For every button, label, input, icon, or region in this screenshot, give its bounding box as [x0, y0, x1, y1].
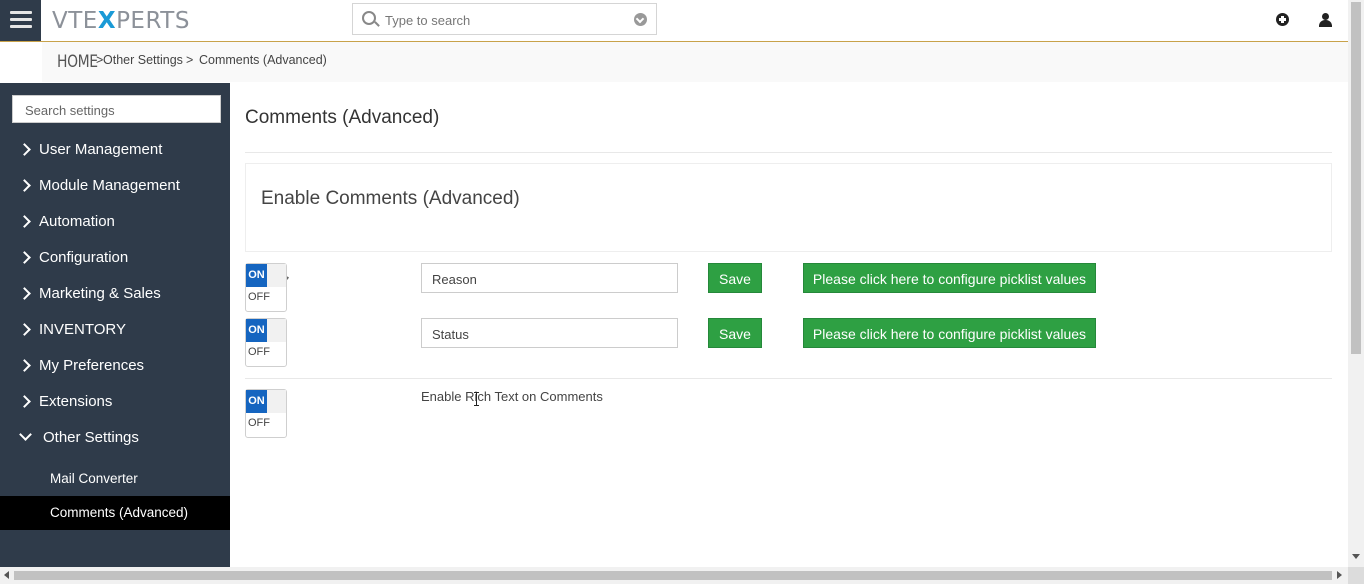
sidebar-subitem-label: Mail Converter: [50, 471, 138, 486]
settings-search: [12, 95, 221, 123]
chevron-down-icon: [19, 428, 32, 441]
sidebar-item-other-settings[interactable]: Other Settings: [0, 420, 230, 456]
sidebar-item-label: Marketing & Sales: [39, 285, 161, 302]
status-toggle[interactable]: ON OFF: [245, 318, 287, 367]
breadcrumb-home[interactable]: HOME: [57, 52, 98, 72]
sidebar-item-extensions[interactable]: Extensions: [0, 384, 230, 420]
logo-prefix: VTE: [52, 8, 98, 34]
scroll-right-icon[interactable]: [1337, 571, 1342, 579]
chevron-down-icon[interactable]: [634, 13, 647, 26]
toggle-on-label: ON: [246, 319, 267, 342]
reason-field: [421, 263, 678, 293]
chevron-right-icon: [18, 179, 31, 192]
sidebar-item-label: User Management: [39, 141, 163, 158]
toggle-off-label: OFF: [248, 291, 270, 303]
reason-input[interactable]: [430, 266, 664, 292]
sidebar-item-marketing-sales[interactable]: Marketing & Sales: [0, 276, 230, 312]
vertical-scrollbar[interactable]: [1348, 0, 1364, 567]
breadcrumb-other-settings[interactable]: Other Settings: [103, 53, 183, 67]
breadcrumb-separator: >: [186, 53, 194, 67]
sidebar-item-automation[interactable]: Automation: [0, 204, 230, 240]
status-field: [421, 318, 678, 348]
status-input[interactable]: [430, 321, 664, 347]
sidebar-item-label: Other Settings: [43, 429, 139, 446]
top-bar: VTEXPERTS: [0, 0, 1348, 42]
sidebar-subitem-label: Comments (Advanced): [50, 505, 189, 520]
rich-text-label: Enable Rich Text on Comments: [421, 389, 603, 404]
enable-comments-checkbox[interactable]: [260, 218, 290, 287]
rich-text-toggle[interactable]: ON OFF: [245, 389, 287, 438]
divider: [245, 152, 1332, 153]
global-search: [352, 3, 657, 35]
scrollbar-thumb[interactable]: [14, 571, 1332, 580]
search-icon: [362, 11, 376, 25]
chevron-right-icon: [18, 215, 31, 228]
sidebar: User Management Module Management Automa…: [0, 83, 230, 567]
toggle-on-label: ON: [246, 264, 267, 287]
toggle-on-label: ON: [246, 390, 267, 413]
scroll-left-icon[interactable]: [4, 571, 9, 579]
breadcrumb: HOME > Other Settings > Comments (Advanc…: [0, 42, 1348, 82]
scrollbar-corner: [1348, 567, 1364, 584]
chevron-right-icon: [18, 251, 31, 264]
sidebar-item-configuration[interactable]: Configuration: [0, 240, 230, 276]
settings-search-input[interactable]: [23, 98, 217, 122]
chevron-right-icon: [18, 287, 31, 300]
sidebar-item-inventory[interactable]: INVENTORY: [0, 312, 230, 348]
sidebar-item-user-management[interactable]: User Management: [0, 132, 230, 168]
user-icon[interactable]: [1319, 13, 1335, 29]
sidebar-item-label: Module Management: [39, 177, 180, 194]
scrollbar-thumb[interactable]: [1351, 2, 1361, 354]
scroll-down-icon[interactable]: [1352, 554, 1360, 559]
global-search-input[interactable]: [383, 10, 627, 30]
sidebar-item-module-management[interactable]: Module Management: [0, 168, 230, 204]
page-title: Comments (Advanced): [245, 107, 440, 128]
logo-suffix: PERTS: [116, 8, 190, 34]
toggle-off-label: OFF: [248, 417, 270, 429]
chevron-right-icon: [18, 143, 31, 156]
divider: [245, 378, 1332, 379]
horizontal-scrollbar[interactable]: [0, 567, 1348, 584]
sidebar-subitem-comments-advanced[interactable]: Comments (Advanced): [0, 496, 230, 530]
sidebar-item-label: INVENTORY: [39, 321, 126, 338]
sidebar-subitem-mail-converter[interactable]: Mail Converter: [0, 462, 230, 496]
breadcrumb-current: Comments (Advanced): [199, 53, 327, 67]
logo-x: X: [97, 8, 117, 34]
text-cursor-icon: [474, 392, 480, 406]
save-button[interactable]: Save: [708, 263, 762, 293]
reason-toggle[interactable]: ON OFF: [245, 263, 287, 312]
panel-title: Enable Comments (Advanced): [261, 188, 520, 209]
sidebar-item-label: Automation: [39, 213, 115, 230]
sidebar-item-label: Configuration: [39, 249, 129, 266]
save-button[interactable]: Save: [708, 318, 762, 348]
chevron-right-icon: [18, 395, 31, 408]
menu-icon[interactable]: [0, 0, 41, 41]
chevron-right-icon: [18, 359, 31, 372]
configure-picklist-button[interactable]: Please click here to configure picklist …: [803, 263, 1096, 293]
chevron-right-icon: [18, 323, 31, 336]
configure-picklist-button[interactable]: Please click here to configure picklist …: [803, 318, 1096, 348]
add-icon[interactable]: [1276, 13, 1292, 29]
sidebar-item-label: My Preferences: [39, 357, 145, 374]
sidebar-item-my-preferences[interactable]: My Preferences: [0, 348, 230, 384]
logo[interactable]: VTEXPERTS: [52, 8, 190, 34]
toggle-off-label: OFF: [248, 346, 270, 358]
sidebar-item-label: Extensions: [39, 393, 113, 410]
enable-comments-panel: Enable Comments (Advanced): [245, 163, 1332, 287]
